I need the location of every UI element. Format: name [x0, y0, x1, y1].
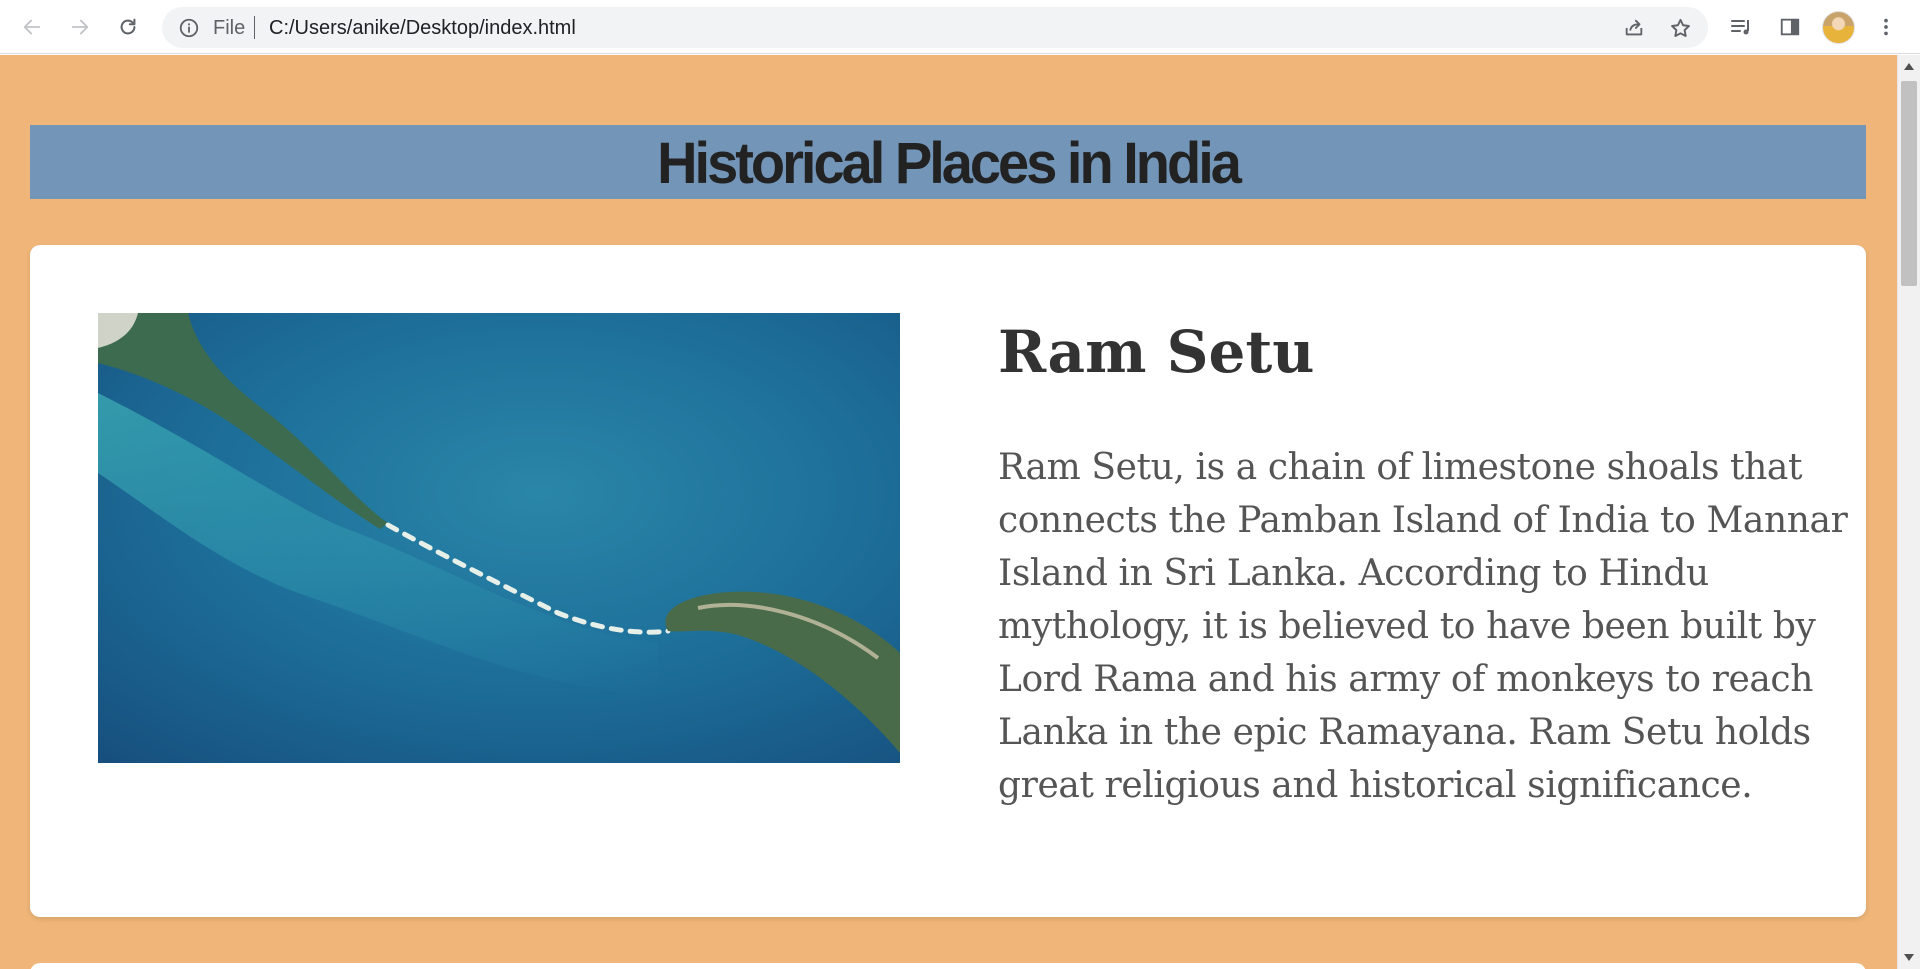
info-icon[interactable]: [177, 16, 200, 39]
reload-icon: [120, 18, 136, 35]
page-scrollbar[interactable]: [1897, 55, 1920, 969]
next-card: [30, 963, 1866, 969]
scroll-up-arrow-icon[interactable]: [1904, 63, 1914, 70]
omnibox-divider: [254, 16, 255, 39]
media-controls-button[interactable]: [1725, 11, 1757, 43]
address-bar[interactable]: File C:/Users/anike/Desktop/index.html: [162, 7, 1708, 48]
place-card: Ram Setu Ram Setu, is a chain of limesto…: [30, 245, 1866, 917]
more-vert-icon: [1884, 18, 1888, 36]
forward-button[interactable]: [62, 9, 98, 45]
bookmark-button[interactable]: [1666, 14, 1694, 42]
place-description: Ram Setu, is a chain of limestone shoals…: [998, 447, 1848, 806]
place-image: [98, 313, 900, 763]
page-header: Historical Places in India: [30, 125, 1866, 199]
playlist-icon: [1731, 20, 1749, 35]
share-icon: [1625, 19, 1643, 36]
scroll-down-arrow-icon[interactable]: [1904, 954, 1914, 961]
scheme-label: File: [213, 17, 246, 39]
arrow-left-icon: [23, 19, 41, 35]
scroll-thumb[interactable]: [1901, 81, 1917, 286]
reload-button[interactable]: [110, 9, 146, 45]
browser-menu-button[interactable]: [1870, 11, 1902, 43]
arrow-right-icon: [71, 19, 89, 35]
profile-avatar[interactable]: [1822, 11, 1855, 44]
place-details: Ram Setu Ram Setu, is a chain of limesto…: [998, 313, 1860, 812]
star-icon: [1670, 18, 1690, 37]
side-panel-button[interactable]: [1774, 11, 1806, 43]
back-button[interactable]: [14, 9, 50, 45]
page-viewport: Historical Places in India Ram Setu Ram …: [0, 55, 1897, 969]
page-title: Historical Places in India: [657, 128, 1242, 196]
url-text[interactable]: C:/Users/anike/Desktop/index.html: [269, 17, 576, 40]
side-panel-icon: [1780, 18, 1800, 36]
share-button[interactable]: [1620, 14, 1648, 42]
place-heading: Ram Setu: [998, 318, 1315, 386]
browser-toolbar: File C:/Users/anike/Desktop/index.html: [0, 0, 1920, 54]
